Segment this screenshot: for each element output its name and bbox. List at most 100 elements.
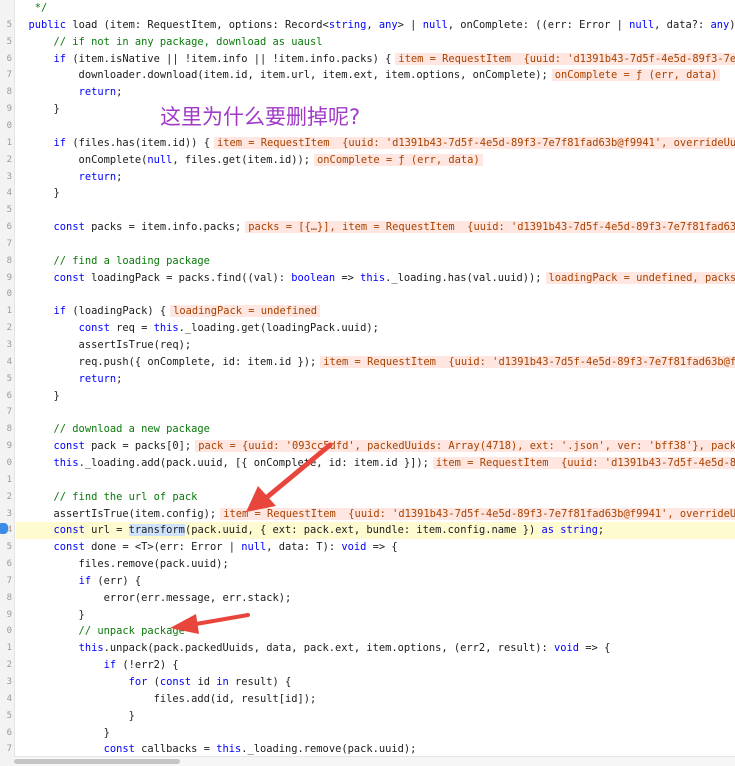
code-text: assertIsTrue(item.config); [16,507,217,520]
code-line[interactable]: if (err) { [16,573,735,590]
scrollbar-thumb[interactable] [14,759,180,764]
line-number: 6 [6,727,12,738]
line-number: 2 [6,154,12,165]
breakpoint-marker-icon[interactable] [0,523,8,534]
code-line[interactable]: const req = this._loading.get(loadingPac… [16,320,735,337]
code-text: for (const id in result) { [128,676,292,688]
code-text: onComplete(null, files.get(item.id)); [16,153,311,166]
inline-value-hint: loadingPack = undefined [170,305,321,318]
code-line[interactable]: const done = <T>(err: Error | null, data… [16,539,735,556]
code-text: } [16,103,60,116]
line-number: 5 [6,36,12,47]
inline-value-hint: item = RequestItem {uuid: 'd1391b43-7d5f… [320,355,735,368]
line-number: 8 [6,592,12,603]
code-line[interactable]: files.remove(pack.uuid); [16,556,735,573]
code-line[interactable]: this.unpack(pack.packedUuids, data, pack… [16,640,735,657]
inline-value-hint: onComplete = ƒ (err, data) [314,153,483,166]
line-number: 7 [6,407,12,418]
code-line[interactable]: downloader.download(item.id, item.url, i… [16,67,735,84]
line-number: 5 [6,205,12,216]
code-text: if (files.has(item.id)) { [53,136,210,149]
line-number: 7 [6,575,12,586]
line-number: 3 [6,677,12,687]
code-text: // find the url of pack [16,490,198,503]
code-line[interactable]: if (loadingPack) {loadingPack = undefine… [16,303,735,320]
selected-symbol[interactable]: transform [128,524,185,537]
code-text: // unpack package [16,625,185,638]
code-text: const loadingPack = packs.find((val): bo… [53,271,542,284]
code-line[interactable]: const packs = item.info.packs; packs = [{… [16,219,735,236]
code-line[interactable] [16,286,735,303]
code-line[interactable]: for (const id in result) { [16,674,735,691]
code-line[interactable]: error(err.message, err.stack); [16,590,735,607]
code-comment-line[interactable]: */ [16,0,735,17]
code-line[interactable]: return; [16,84,735,101]
code-line[interactable]: } [16,185,735,202]
code-comment-line[interactable]: // find a loading package [16,253,735,270]
line-number: 1 [6,137,12,148]
line-number: 9 [6,272,12,283]
code-text: if (err) { [78,574,142,587]
code-line[interactable]: assertIsTrue(req); [16,337,735,354]
line-number: 9 [6,104,12,115]
code-line[interactable]: if (item.isNative || !item.info || !item… [16,51,735,68]
code-line[interactable]: if (files.has(item.id)) {item = RequestI… [16,135,735,152]
line-number: 5 [6,19,12,30]
line-number: 4 [6,356,12,367]
inline-value-hint: pack = {uuid: '093cc5dfd', packedUuids: … [195,440,735,453]
code-text: files.remove(pack.uuid); [16,558,229,571]
inline-value-hint: item = RequestItem {uuid: 'd1391b43-7d5f… [220,507,735,520]
horizontal-scrollbar[interactable] [14,756,735,766]
code-line[interactable] [16,472,735,489]
code-line[interactable] [16,404,735,421]
code-text: this._loading.add(pack.uuid, [{ onComple… [53,456,429,469]
line-number: 6 [6,390,12,401]
code-line[interactable]: } [16,607,735,624]
line-number: 1 [6,474,12,485]
code-line[interactable]: assertIsTrue(item.config); item = Request… [16,506,735,523]
code-line[interactable]: if (!err2) { [16,657,735,674]
code-text: */ [16,2,48,14]
code-text: public load (item: RequestItem, options:… [28,18,735,31]
line-number: 2 [6,660,12,671]
code-line[interactable]: public load (item: RequestItem, options:… [16,17,735,34]
code-line[interactable]: const pack = packs[0]; pack = {uuid: '093… [16,438,735,455]
code-text: return; [78,170,123,183]
code-line[interactable]: } [16,101,735,118]
line-number: 0 [6,457,12,468]
code-line[interactable]: files.add(id, result[id]); [16,691,735,708]
code-comment-line[interactable]: // if not in any package, download as ua… [16,34,735,51]
code-line[interactable]: } [16,388,735,405]
code-text: const pack = packs[0]; [53,440,192,453]
code-line[interactable]: const loadingPack = packs.find((val): bo… [16,270,735,287]
annotation-note: 这里为什么要删掉呢? [160,105,361,129]
code-text: // download a new package [16,423,210,436]
code-line[interactable]: this._loading.add(pack.uuid, [{ onComple… [16,455,735,472]
code-line[interactable]: req.push({ onComplete, id: item.id }); it… [16,354,735,371]
code-line[interactable]: return; [16,371,735,388]
code-line[interactable]: } [16,708,735,725]
code-comment-line[interactable]: // unpack package [16,623,735,640]
code-line[interactable] [16,118,735,135]
code-comment-line[interactable]: // download a new package [16,421,735,438]
code-comment-line[interactable]: // find the url of pack [16,489,735,506]
code-line[interactable]: onComplete(null, files.get(item.id)); onC… [16,152,735,169]
line-number: 0 [6,120,12,131]
inline-value-hint: packs = [{…}], item = RequestItem {uuid:… [245,221,735,234]
line-number: 5 [6,542,12,553]
code-line[interactable] [16,202,735,219]
line-number: 7 [6,238,12,249]
inline-value-hint: item = RequestItem {uuid: 'd1391b43-7d5f… [432,456,735,469]
code-text: req.push({ onComplete, id: item.id }); [16,355,317,368]
line-number: 2 [6,323,12,334]
code-line[interactable]: } [16,725,735,742]
line-number: 6 [6,559,12,570]
code-line[interactable] [16,236,735,253]
code-text: const done = <T>(err: Error | null, data… [53,541,398,554]
code-line[interactable]: return; [16,169,735,186]
line-number: 3 [6,508,12,519]
code-line[interactable]: const url = transform(pack.uuid, { ext: … [16,522,735,540]
line-number: 0 [6,289,12,300]
line-number: 8 [6,424,12,435]
code-text: } [16,389,60,402]
